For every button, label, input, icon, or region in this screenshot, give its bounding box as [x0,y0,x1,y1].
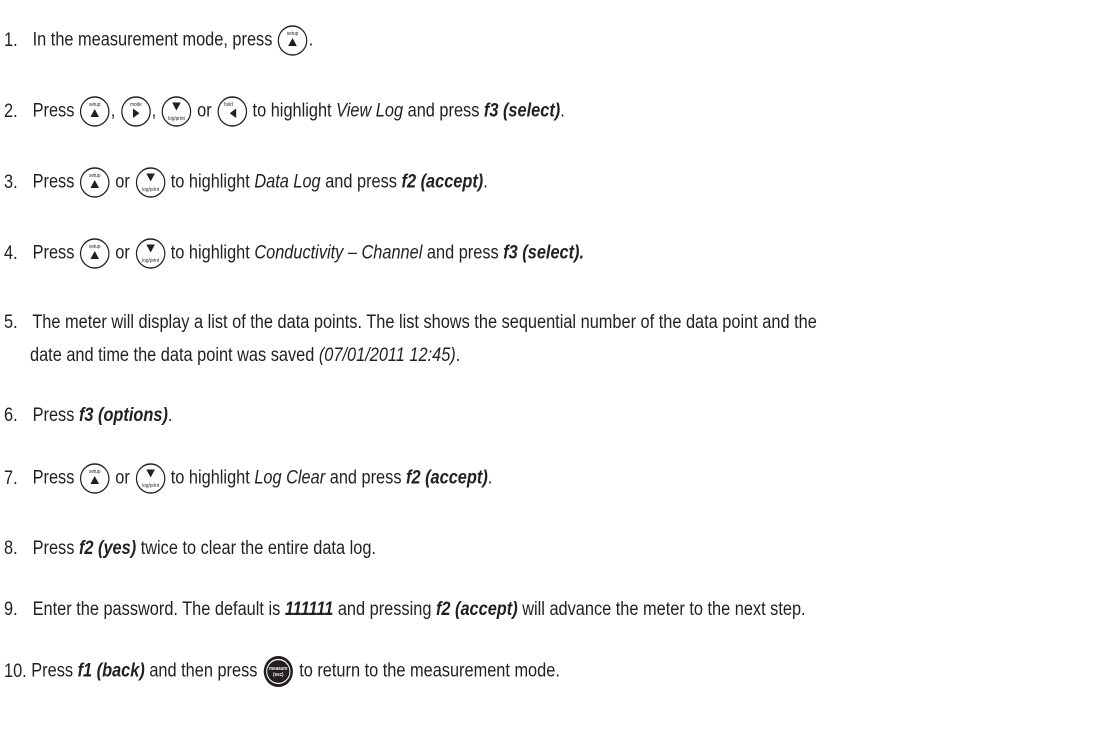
step-7: 7. Press setup or log/print to highlight… [4,463,964,494]
step-text-end: twice to clear the entire data log. [140,538,376,559]
step-text-end: . [560,100,565,122]
step-number: 10. [4,660,27,682]
soft-key-action: f2 (accept) [435,599,518,620]
step-text: Press [32,467,75,489]
step-text: and press [329,467,402,489]
setup-up-key-icon: setup [80,238,110,269]
key-label: log/print [142,258,159,264]
default-password: 111111 [284,599,334,620]
step-text: Press [32,242,75,264]
step-text: Press [32,171,75,193]
step-10: 10. Press f1 (back) and then press measu… [4,655,964,688]
highlight-item: Log Clear [254,467,326,489]
step-number: 4. [4,242,18,264]
step-text-end: . [455,345,461,366]
mode-right-key-icon: mode [120,96,151,127]
step-text-end: . [483,171,488,193]
step-text: Press [32,405,75,426]
key-label: measure [269,666,288,672]
step-4: 4. Press setup or log/print to highlight… [4,238,964,269]
highlight-item: Conductivity – Channel [254,242,423,264]
key-label: log/print [142,187,159,193]
setup-up-key-icon: setup [80,463,110,494]
hold-left-key-icon: hold [217,96,247,127]
step-text: and press [407,100,480,122]
step-number: 7. [4,467,18,489]
step-5: 5. The meter will display a list of the … [4,308,964,338]
key-label: setup [89,173,101,179]
step-text-end: will advance the meter to the next step. [522,599,806,620]
step-text-line-1: The meter will display a list of the dat… [32,312,817,333]
instructions-document: 1. In the measurement mode, press setup … [0,0,1120,743]
key-label: (esc) [273,672,284,678]
setup-up-key-icon: setup [278,25,308,56]
step-number: 9. [4,599,18,620]
soft-key-action: f2 (yes) [78,538,137,559]
key-label: log/print [142,483,159,489]
key-label: setup [89,102,101,108]
soft-key-action: f2 (accept) [406,467,488,489]
log-print-down-key-icon: log/print [161,96,192,127]
key-label: setup [89,469,101,475]
soft-key-action: f3 (select). [503,242,585,264]
soft-key-action: f3 (select) [483,100,561,122]
separator: or [115,242,130,264]
highlight-item: View Log [336,100,404,122]
step-number: 1. [4,29,18,51]
step-text: and then press [149,660,258,682]
step-6: 6. Press f3 (options). [4,401,964,431]
soft-key-action: f3 (options) [78,405,168,426]
step-text: and press [426,242,499,264]
key-label: log/print [168,116,185,122]
log-print-down-key-icon: log/print [135,167,166,198]
step-9: 9. Enter the password. The default is 11… [4,595,964,625]
key-label: hold [224,102,233,108]
separator: , [151,100,157,122]
step-5-continuation: date and time the data point was saved (… [30,341,460,371]
step-text-end: to return to the measurement mode. [299,660,560,682]
log-print-down-key-icon: log/print [135,463,166,494]
step-text: Press [32,538,75,559]
step-text: and press [325,171,397,193]
saved-timestamp: (07/01/2011 12:45) [318,345,456,366]
step-3: 3. Press setup or log/print to highlight… [4,167,964,198]
step-text-end: . [487,467,493,489]
step-text: to highlight [170,467,250,489]
step-text: Enter the password. The default is [32,599,281,620]
step-number: 8. [4,538,18,559]
step-text: to highlight [252,100,332,122]
key-label: setup [89,244,101,250]
step-text-end: . [308,29,314,51]
separator: or [197,100,212,122]
separator: or [115,171,130,193]
separator: , [110,100,116,122]
separator: or [115,467,130,489]
setup-up-key-icon: setup [80,96,110,127]
step-number: 2. [4,100,18,122]
step-number: 6. [4,405,18,426]
step-text: and pressing [337,599,432,620]
setup-up-key-icon: setup [80,167,110,198]
step-text: Press [32,100,75,122]
key-label: mode [130,102,142,108]
step-text: Press [31,660,74,682]
step-text: to highlight [170,242,250,264]
measure-esc-key-icon: measure (esc) [263,655,294,688]
soft-key-action: f1 (back) [77,660,145,682]
step-number: 5. [4,312,18,333]
step-text: In the measurement mode, press [32,29,273,51]
step-1: 1. In the measurement mode, press setup … [4,25,964,56]
key-label: setup [287,31,299,37]
soft-key-action: f2 (accept) [401,171,484,193]
step-text: to highlight [170,171,250,193]
step-text-line-2: date and time the data point was saved [30,345,315,366]
step-8: 8. Press f2 (yes) twice to clear the ent… [4,534,964,564]
step-number: 3. [4,171,18,193]
step-text-end: . [167,405,173,426]
step-2: 2. Press setup , mode , log/print or hol… [4,96,964,127]
log-print-down-key-icon: log/print [135,238,166,269]
highlight-item: Data Log [254,171,321,193]
